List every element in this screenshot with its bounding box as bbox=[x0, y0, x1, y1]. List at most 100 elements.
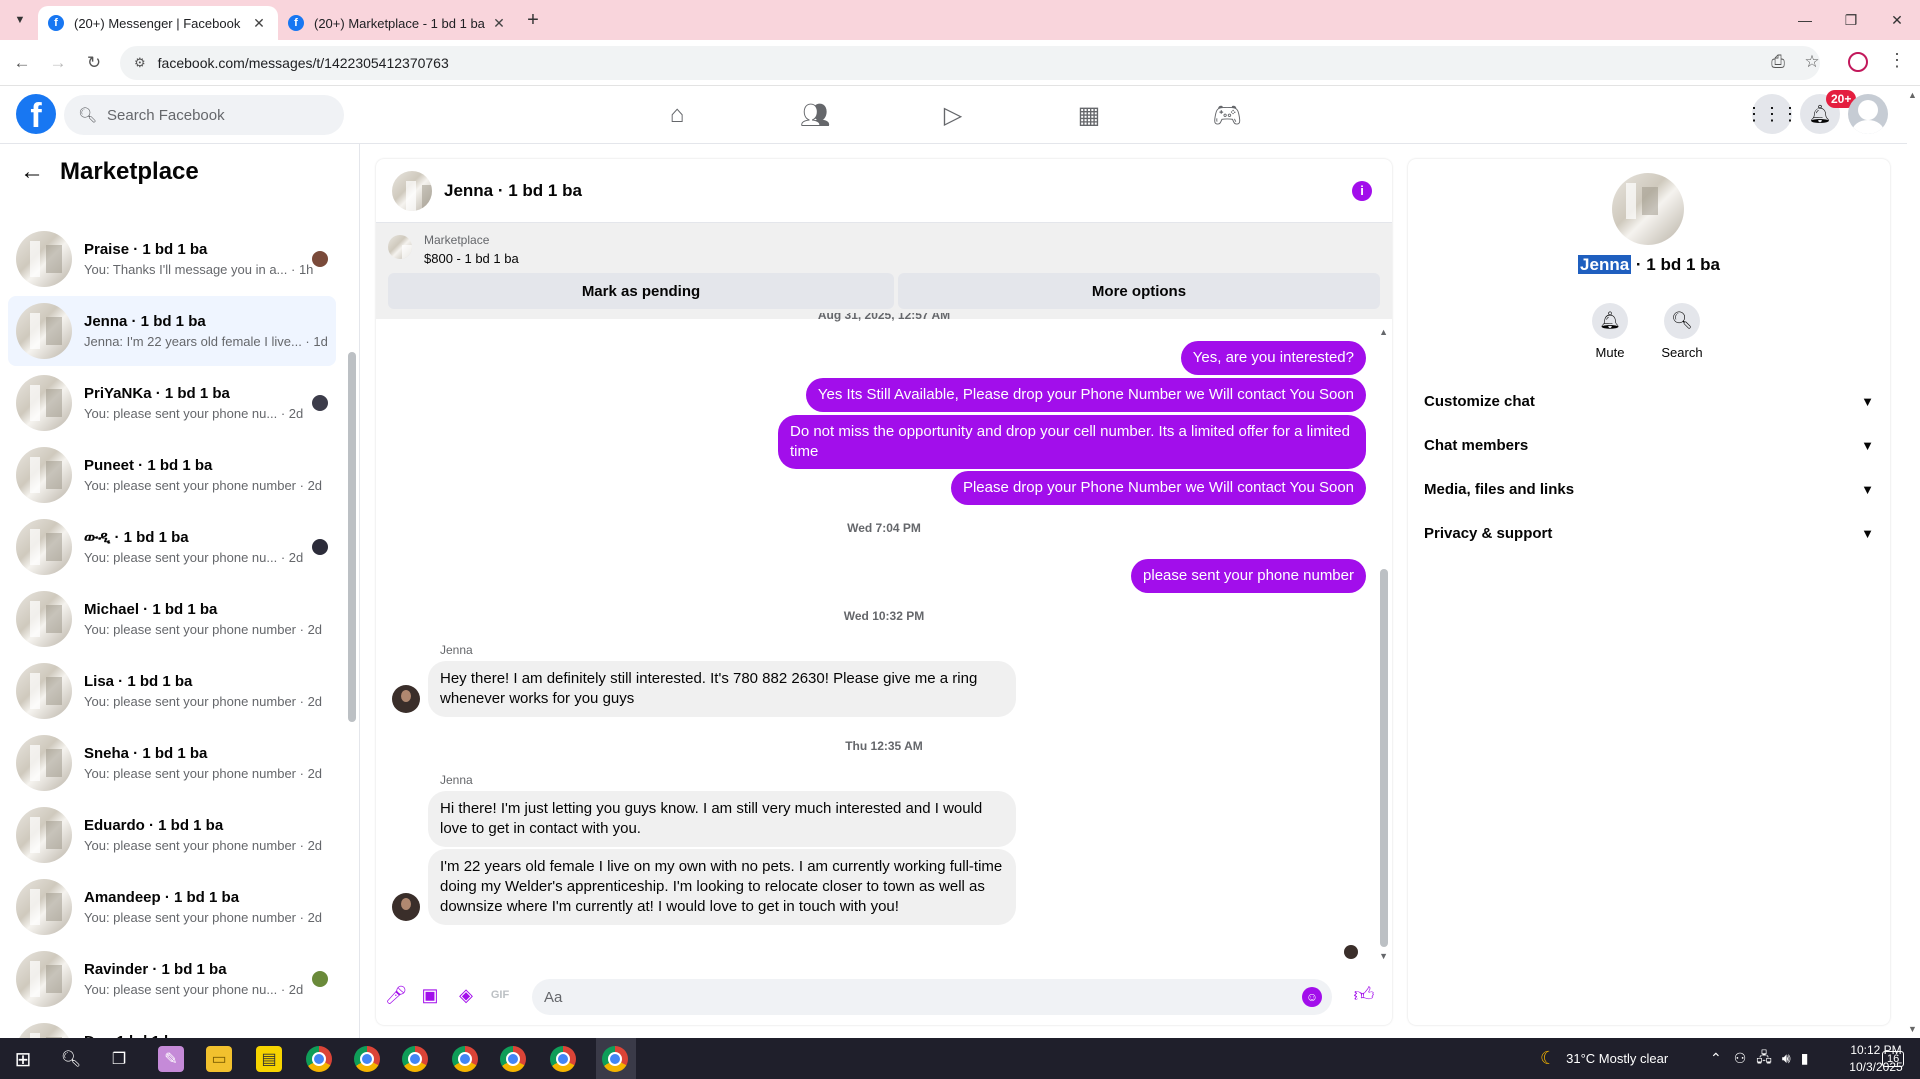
conversation-item[interactable]: Amandeep · 1 bd 1 ba You: please sent you… bbox=[8, 872, 336, 942]
outgoing-message[interactable]: Please drop your Phone Number we Will co… bbox=[950, 471, 1366, 505]
back-icon[interactable]: ← bbox=[10, 51, 34, 75]
page-scroll-up-icon[interactable]: ▲ bbox=[1908, 90, 1917, 100]
sender-avatar[interactable] bbox=[392, 685, 420, 713]
incoming-message[interactable]: Hey there! I am definitely still interes… bbox=[428, 661, 1016, 717]
back-arrow-icon[interactable]: ← bbox=[20, 158, 44, 186]
new-tab-icon[interactable]: + bbox=[520, 8, 546, 34]
more-options-button[interactable]: More options bbox=[898, 273, 1380, 309]
restore-icon[interactable]: ❐ bbox=[1838, 8, 1864, 32]
install-app-icon[interactable]: ⎙ bbox=[1766, 52, 1790, 72]
network-icon[interactable]: 🖧︎ bbox=[1756, 1047, 1772, 1071]
battery-icon[interactable]: ▮ bbox=[1801, 1050, 1809, 1067]
close-tab-icon[interactable]: ✕ bbox=[250, 15, 268, 32]
home-icon[interactable]: ⌂ bbox=[622, 96, 732, 134]
conversation-item[interactable]: Jenna · 1 bd 1 ba Jenna: I'm 22 years old… bbox=[8, 296, 336, 366]
conversation-item[interactable]: Eduardo · 1 bd 1 ba You: please sent your… bbox=[8, 800, 336, 870]
reload-icon[interactable]: ↻ bbox=[82, 51, 106, 75]
conversation-item[interactable]: Michael · 1 bd 1 ba You: please sent your… bbox=[8, 584, 336, 654]
search-icon[interactable]: 🔍︎ bbox=[1664, 303, 1700, 339]
outgoing-message[interactable]: Do not miss the opportunity and drop you… bbox=[778, 415, 1366, 469]
windows-start-icon[interactable]: ⊞ bbox=[10, 1046, 36, 1072]
chrome-icon[interactable] bbox=[402, 1046, 428, 1072]
chrome-icon[interactable] bbox=[602, 1046, 628, 1072]
show-hidden-icons-icon[interactable]: ⌃ bbox=[1710, 1050, 1722, 1067]
site-info-icon[interactable]: ⚙ bbox=[134, 55, 146, 71]
taskbar-search-icon[interactable]: 🔍︎ bbox=[58, 1046, 84, 1072]
chat-avatar[interactable] bbox=[392, 170, 432, 211]
media-files-links-row[interactable]: Media, files and links ▼ bbox=[1424, 467, 1874, 511]
privacy-support-row[interactable]: Privacy & support ▼ bbox=[1424, 511, 1874, 555]
close-window-icon[interactable]: ✕ bbox=[1884, 8, 1910, 32]
gif-icon[interactable]: GIF bbox=[488, 983, 512, 1007]
incoming-message[interactable]: I'm 22 years old female I live on my own… bbox=[428, 849, 1016, 925]
chrome-icon[interactable] bbox=[452, 1046, 478, 1072]
tray-app-icon[interactable]: ⚇ bbox=[1734, 1050, 1747, 1067]
chrome-icon[interactable] bbox=[306, 1046, 332, 1072]
bell-icon[interactable]: 🔔︎ bbox=[1592, 303, 1628, 339]
weather-widget[interactable]: ☾ 31°C Mostly clear bbox=[1540, 1038, 1668, 1079]
file-explorer-icon[interactable]: ▭ bbox=[206, 1046, 232, 1072]
listing-price[interactable]: $800 - 1 bd 1 ba bbox=[424, 251, 519, 266]
mute-action[interactable]: 🔔︎ Mute bbox=[1570, 303, 1650, 360]
gaming-icon[interactable]: 🎮︎ bbox=[1172, 96, 1282, 134]
conversation-item[interactable]: Praise · 1 bd 1 ba You: Thanks I'll messa… bbox=[8, 224, 336, 294]
facebook-search-input[interactable] bbox=[107, 106, 328, 124]
minimize-icon[interactable]: — bbox=[1792, 8, 1818, 32]
notification-center[interactable]: 16 bbox=[1882, 1038, 1905, 1079]
emoji-icon[interactable]: ☺ bbox=[1302, 987, 1322, 1007]
tab-messenger[interactable]: f (20+) Messenger | Facebook ✕ bbox=[38, 6, 278, 40]
left-scrollbar[interactable] bbox=[348, 352, 356, 722]
menu-grid-icon[interactable]: ⋮⋮⋮ bbox=[1745, 94, 1799, 134]
facebook-logo[interactable]: f bbox=[16, 94, 56, 135]
conversation-item[interactable]: Lisa · 1 bd 1 ba You: please sent your ph… bbox=[8, 656, 336, 726]
search-action[interactable]: 🔍︎ Search bbox=[1642, 303, 1722, 360]
microphone-icon[interactable]: 🎤︎ bbox=[384, 983, 408, 1007]
sender-avatar[interactable] bbox=[392, 893, 420, 921]
info-icon[interactable]: i bbox=[1352, 181, 1372, 201]
chat-members-row[interactable]: Chat members ▼ bbox=[1424, 423, 1874, 467]
task-view-icon[interactable]: ❐ bbox=[106, 1046, 132, 1072]
bookmark-star-icon[interactable]: ☆ bbox=[1800, 52, 1824, 72]
message-input-box[interactable]: ☺ bbox=[532, 979, 1332, 1015]
page-scroll-down-icon[interactable]: ▼ bbox=[1908, 1024, 1917, 1034]
scroll-down-arrow-icon[interactable]: ▼ bbox=[1379, 951, 1388, 961]
sticky-notes-icon[interactable]: ▤ bbox=[256, 1046, 282, 1072]
conversation-item[interactable]: ውዲ · 1 bd 1 ba You: please sent your phon… bbox=[8, 512, 336, 582]
forward-icon[interactable]: → bbox=[46, 51, 70, 75]
conversation-item[interactable]: PriYaNKa · 1 bd 1 ba You: please sent you… bbox=[8, 368, 336, 438]
conversation-item[interactable]: Ravinder · 1 bd 1 ba You: please sent you… bbox=[8, 944, 336, 1014]
attach-photo-icon[interactable]: ▣ bbox=[418, 983, 442, 1007]
volume-icon[interactable]: 🔊︎ bbox=[1782, 1050, 1791, 1067]
paint-app-icon[interactable]: ✎ bbox=[158, 1046, 184, 1072]
scroll-up-arrow-icon[interactable]: ▲ bbox=[1379, 327, 1388, 337]
chrome-icon[interactable] bbox=[550, 1046, 576, 1072]
tab-marketplace[interactable]: f (20+) Marketplace - 1 bd 1 ba ✕ bbox=[278, 6, 518, 40]
close-tab-icon[interactable]: ✕ bbox=[490, 15, 508, 32]
sticker-icon[interactable]: ◈ bbox=[454, 983, 478, 1007]
chat-title[interactable]: Jenna · 1 bd 1 ba bbox=[444, 181, 582, 201]
tab-search-icon[interactable]: ▼ bbox=[8, 8, 32, 32]
chat-scrollbar[interactable] bbox=[1380, 569, 1388, 947]
listing-thumbnail[interactable] bbox=[388, 235, 412, 259]
outgoing-message[interactable]: please sent your phone number bbox=[1131, 559, 1366, 593]
chrome-icon[interactable] bbox=[500, 1046, 526, 1072]
outgoing-message[interactable]: Yes, are you interested? bbox=[1180, 341, 1366, 375]
account-avatar[interactable] bbox=[1848, 94, 1888, 134]
browser-menu-icon[interactable]: ⋮ bbox=[1888, 50, 1906, 71]
outgoing-message[interactable]: Yes Its Still Available, Please drop you… bbox=[805, 378, 1366, 412]
conversation-item[interactable]: Da · 1 bd 1 baYou: please sent your phon… bbox=[8, 1016, 336, 1038]
chrome-icon[interactable] bbox=[354, 1046, 380, 1072]
conversation-item[interactable]: Puneet · 1 bd 1 ba You: please sent your … bbox=[8, 440, 336, 510]
marketplace-icon[interactable]: ▦ bbox=[1034, 96, 1144, 134]
friends-icon[interactable]: 👥︎ bbox=[760, 96, 870, 134]
video-icon[interactable]: ▷ bbox=[898, 96, 1008, 134]
address-bar[interactable]: ⚙ facebook.com/messages/t/14223054123707… bbox=[120, 46, 1820, 80]
incoming-message[interactable]: Hi there! I'm just letting you guys know… bbox=[428, 791, 1016, 847]
customize-chat-row[interactable]: Customize chat ▼ bbox=[1424, 379, 1874, 423]
conversation-item[interactable]: Sneha · 1 bd 1 ba You: please sent your p… bbox=[8, 728, 336, 798]
mark-as-pending-button[interactable]: Mark as pending bbox=[388, 273, 894, 309]
facebook-search[interactable]: 🔍︎ bbox=[64, 95, 344, 135]
browser-profile-icon[interactable] bbox=[1848, 52, 1868, 72]
like-thumbs-up-icon[interactable]: 👍︎ bbox=[1352, 983, 1376, 1007]
message-input[interactable] bbox=[544, 988, 1284, 1006]
